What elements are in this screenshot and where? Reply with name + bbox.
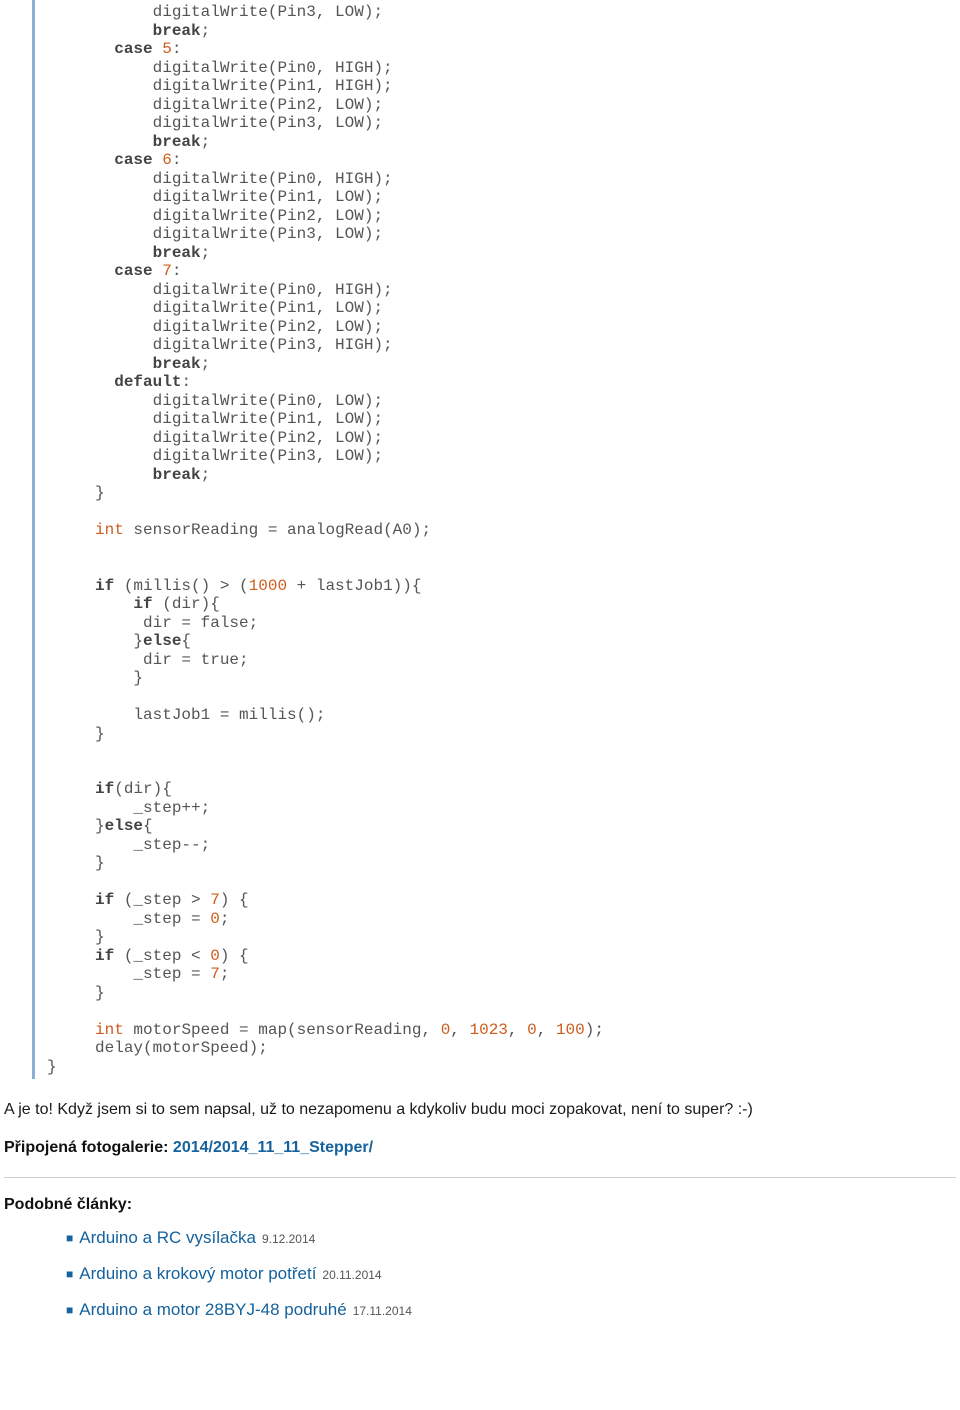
bullet-icon: ■ (66, 1232, 73, 1244)
bullet-icon: ■ (66, 1268, 73, 1280)
related-link[interactable]: Arduino a krokový motor potřetí (79, 1264, 316, 1284)
related-date: 17.11.2014 (353, 1304, 412, 1318)
list-item: ■ Arduino a motor 28BYJ-48 podruhé 17.11… (66, 1300, 956, 1320)
related-link[interactable]: Arduino a RC vysílačka (79, 1228, 256, 1248)
related-list: ■ Arduino a RC vysílačka 9.12.2014 ■ Ard… (66, 1228, 956, 1320)
related-date: 9.12.2014 (262, 1232, 315, 1246)
bullet-icon: ■ (66, 1304, 73, 1316)
separator (4, 1177, 956, 1178)
gallery-label: Připojená fotogalerie: (4, 1139, 173, 1156)
related-link[interactable]: Arduino a motor 28BYJ-48 podruhé (79, 1300, 346, 1320)
related-heading: Podobné články: (4, 1196, 956, 1214)
list-item: ■ Arduino a RC vysílačka 9.12.2014 (66, 1228, 956, 1248)
gallery-link[interactable]: 2014/2014_11_11_Stepper/ (173, 1139, 373, 1156)
gallery-line: Připojená fotogalerie: 2014/2014_11_11_S… (4, 1139, 956, 1157)
list-item: ■ Arduino a krokový motor potřetí 20.11.… (66, 1264, 956, 1284)
code-content[interactable]: digitalWrite(Pin3, LOW); break; case 5: … (47, 3, 956, 1076)
related-date: 20.11.2014 (322, 1268, 381, 1282)
code-block: digitalWrite(Pin3, LOW); break; case 5: … (32, 0, 956, 1079)
closing-paragraph: A je to! Když jsem si to sem napsal, už … (4, 1101, 956, 1119)
